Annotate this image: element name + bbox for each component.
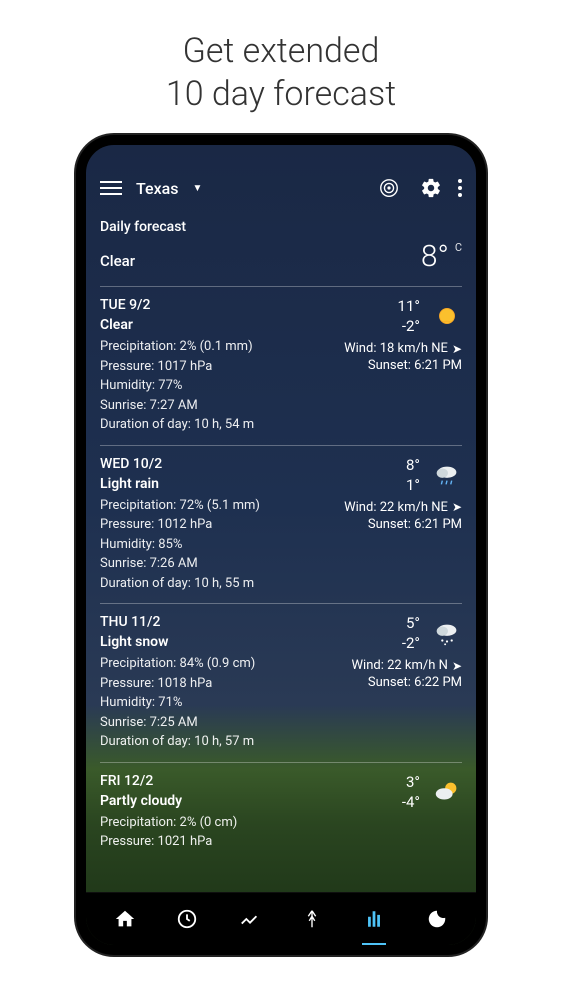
- day-summary-right: 8° 1° Wind: 22 km/h NE ➤ Sunset: 6:21 PM: [344, 456, 462, 532]
- temp-high: 8°: [406, 456, 420, 474]
- day-sunset: Sunset: 6:21 PM: [344, 358, 462, 373]
- forecast-day[interactable]: THU 11/2 Light snow Precipitation: 84% (…: [100, 604, 462, 762]
- nav-moon-icon[interactable]: [423, 905, 451, 933]
- day-duration: Duration of day: 10 h, 57 m: [100, 732, 462, 752]
- day-humidity: Humidity: 77%: [100, 376, 462, 396]
- current-temperature: 8°: [421, 239, 449, 274]
- more-options-icon[interactable]: [458, 179, 462, 197]
- day-sunset: Sunset: 6:21 PM: [344, 517, 462, 532]
- day-duration: Duration of day: 10 h, 54 m: [100, 415, 462, 435]
- app-screen: Texas ▼ Daily forecast Clear: [86, 145, 476, 945]
- top-bar: Texas ▼: [86, 145, 476, 207]
- current-weather-header: Daily forecast Clear 8° C: [100, 207, 462, 286]
- day-sunrise: Sunrise: 7:25 AM: [100, 713, 462, 733]
- day-sunrise: Sunrise: 7:27 AM: [100, 396, 462, 416]
- hamburger-menu-icon[interactable]: [100, 181, 122, 195]
- wind-direction-icon: ➤: [452, 659, 462, 673]
- location-dropdown-icon[interactable]: ▼: [192, 183, 202, 194]
- phone-frame: Texas ▼ Daily forecast Clear: [76, 135, 486, 955]
- gear-icon[interactable]: [420, 177, 442, 199]
- forecast-day[interactable]: FRI 12/2 Partly cloudy Precipitation: 2%…: [100, 763, 462, 862]
- day-wind: Wind: 22 km/h N ➤: [352, 658, 463, 673]
- temp-low: -2°: [402, 634, 420, 652]
- day-humidity: Humidity: 85%: [100, 535, 462, 555]
- temp-high: 3°: [406, 773, 420, 791]
- weather-icon: [432, 618, 462, 648]
- day-precipitation: Precipitation: 2% (0 cm): [100, 813, 462, 833]
- day-sunset: Sunset: 6:22 PM: [352, 675, 463, 690]
- wind-direction-icon: ➤: [452, 500, 462, 514]
- location-label[interactable]: Texas: [136, 179, 178, 198]
- day-duration: Duration of day: 10 h, 55 m: [100, 574, 462, 594]
- temp-high: 11°: [398, 297, 420, 315]
- daily-forecast-label: Daily forecast: [100, 219, 462, 235]
- temp-high: 5°: [406, 614, 420, 632]
- promo-line1: Get extended: [183, 31, 380, 71]
- day-pressure: Pressure: 1021 hPa: [100, 832, 462, 852]
- day-summary-right: 3° -4°: [402, 773, 462, 811]
- radar-icon[interactable]: [378, 177, 400, 199]
- wind-direction-icon: ➤: [452, 342, 462, 356]
- nav-home-icon[interactable]: [111, 905, 139, 933]
- nav-bars-icon[interactable]: [360, 905, 388, 933]
- current-condition: Clear: [100, 252, 135, 270]
- day-summary-right: 11° -2° Wind: 18 km/h NE ➤ Sunset: 6:21 …: [344, 297, 462, 373]
- promo-heading: Get extended 10 day forecast: [146, 0, 416, 135]
- day-humidity: Humidity: 71%: [100, 693, 462, 713]
- weather-icon: [432, 777, 462, 807]
- day-wind: Wind: 18 km/h NE ➤: [344, 341, 462, 356]
- temp-low: -4°: [402, 793, 420, 811]
- forecast-day[interactable]: TUE 9/2 Clear Precipitation: 2% (0.1 mm)…: [100, 287, 462, 445]
- nav-clock-icon[interactable]: [173, 905, 201, 933]
- forecast-day[interactable]: WED 10/2 Light rain Precipitation: 72% (…: [100, 446, 462, 604]
- weather-icon: [432, 301, 462, 331]
- promo-line2: 10 day forecast: [166, 74, 396, 114]
- day-summary-right: 5° -2° Wind: 22 km/h N ➤ Sunset: 6:22 PM: [352, 614, 463, 690]
- day-sunrise: Sunrise: 7:26 AM: [100, 554, 462, 574]
- bottom-navigation: [86, 892, 476, 945]
- temperature-unit: C: [455, 241, 462, 254]
- temp-low: -2°: [402, 317, 420, 335]
- temp-low: 1°: [406, 476, 420, 494]
- forecast-content[interactable]: Daily forecast Clear 8° C TUE 9/2 Clear …: [86, 207, 476, 892]
- weather-icon: [432, 460, 462, 490]
- nav-trend-icon[interactable]: [236, 905, 264, 933]
- nav-wind-icon[interactable]: [298, 905, 326, 933]
- day-wind: Wind: 22 km/h NE ➤: [344, 500, 462, 515]
